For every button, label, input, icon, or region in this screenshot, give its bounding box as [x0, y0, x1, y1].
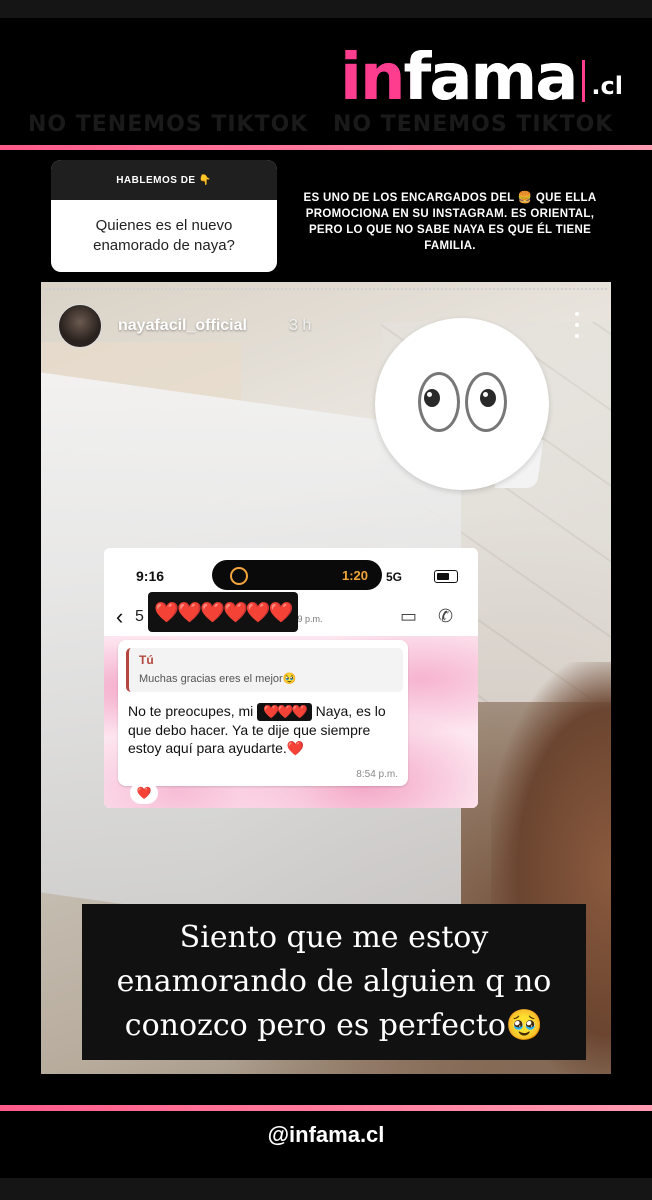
- phone-call-icon[interactable]: ✆: [438, 606, 453, 627]
- story-time: 3 h: [289, 317, 312, 334]
- footer-handle: @infama.cl: [267, 1122, 385, 1147]
- footer-divider: [0, 1105, 652, 1111]
- heart-reaction-icon: ❤️: [130, 782, 158, 804]
- quoted-text: Muchas gracias eres el mejor🥹: [139, 673, 297, 685]
- chat-screenshot: 9:16 1:20 5G ‹ 5 ...(3) 9:09 p.m. ❤️❤️❤️…: [104, 548, 478, 808]
- network-label: 5G: [386, 570, 403, 584]
- bottom-bar: [0, 1178, 652, 1200]
- left-eye-icon: [418, 372, 460, 432]
- header-divider: [0, 145, 652, 150]
- quoted-message: Tú Muchas gracias eres el mejor🥹: [126, 648, 403, 692]
- timer-icon: [230, 567, 248, 585]
- unread-count: 5: [135, 608, 144, 625]
- eyes-sticker: [375, 318, 549, 490]
- quoted-author: Tú: [139, 653, 154, 667]
- redacted-contact-name: ❤️❤️❤️❤️❤️❤️: [148, 592, 298, 632]
- chat-header: ‹ 5 ...(3) 9:09 p.m. ❤️❤️❤️❤️❤️❤️ ▭ ✆: [104, 592, 478, 636]
- battery-icon: [434, 570, 458, 583]
- question-text: Quienes es el nuevo enamorado de naya?: [93, 217, 235, 254]
- question-sticker: HABLEMOS DE 👇 Quienes es el nuevo enamor…: [51, 160, 277, 272]
- banner-text-right: NO TENEMOS TIKTOK: [333, 112, 614, 137]
- story-username[interactable]: nayafacil_official: [118, 317, 247, 335]
- message-time: 8:54 p.m.: [356, 769, 398, 780]
- video-call-icon[interactable]: ▭: [400, 606, 417, 627]
- story-progress-bar: [45, 288, 607, 290]
- top-bar: [0, 0, 652, 18]
- answer-text: ES UNO DE LOS ENCARGADOS DEL 🍔 QUE ELLA …: [303, 192, 597, 252]
- logo-tld: .cl: [591, 72, 623, 100]
- caption-text: Siento que me estoy enamorando de alguie…: [116, 920, 552, 1043]
- story-caption: Siento que me estoy enamorando de alguie…: [82, 904, 586, 1060]
- dynamic-island: 1:20: [212, 560, 382, 590]
- status-time: 9:16: [136, 568, 165, 584]
- logo-text: infama: [340, 41, 578, 115]
- message-text: No te preocupes, mi ❤️❤️❤️ Naya, es lo q…: [128, 703, 386, 756]
- question-title: HABLEMOS DE 👇: [51, 160, 277, 200]
- avatar[interactable]: [58, 304, 102, 348]
- back-arrow-icon[interactable]: ‹: [116, 604, 123, 630]
- logo-separator: [582, 60, 586, 102]
- infama-logo: infama .cl: [340, 40, 623, 110]
- island-time: 1:20: [342, 568, 369, 583]
- more-options-icon[interactable]: [570, 312, 584, 338]
- banner-text-left: NO TENEMOS TIKTOK: [28, 112, 309, 137]
- message-bubble: Tú Muchas gracias eres el mejor🥹 No te p…: [118, 640, 408, 786]
- right-eye-icon: [465, 372, 507, 432]
- redacted-name: ❤️❤️❤️: [257, 703, 312, 721]
